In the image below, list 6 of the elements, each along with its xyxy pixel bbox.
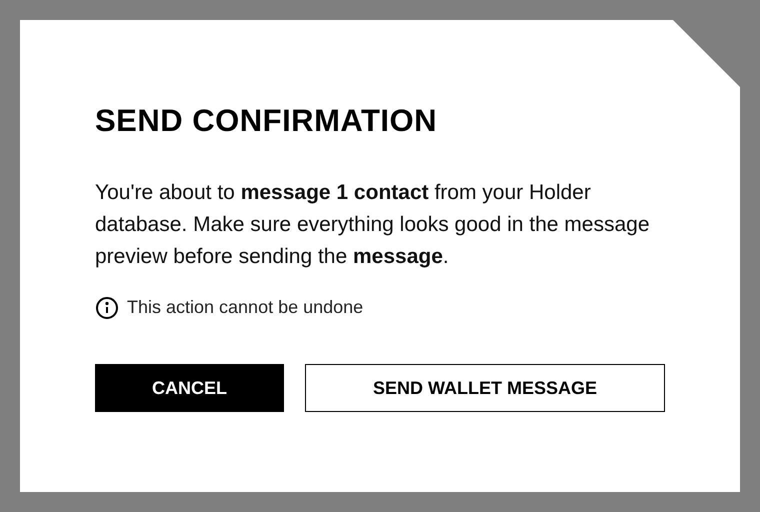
info-icon xyxy=(95,296,119,320)
dialog-message: You're about to message 1 contact from your Holder database. Make sure everything looks good in the message preview before sending the message. xyxy=(95,180,651,270)
warning-text: This action cannot be undone xyxy=(127,296,364,319)
cancel-button[interactable]: CANCEL xyxy=(95,364,284,412)
dialog-title: SEND CONFIRMATION xyxy=(95,102,438,140)
send-button[interactable]: SEND WALLET MESSAGE xyxy=(305,364,665,412)
